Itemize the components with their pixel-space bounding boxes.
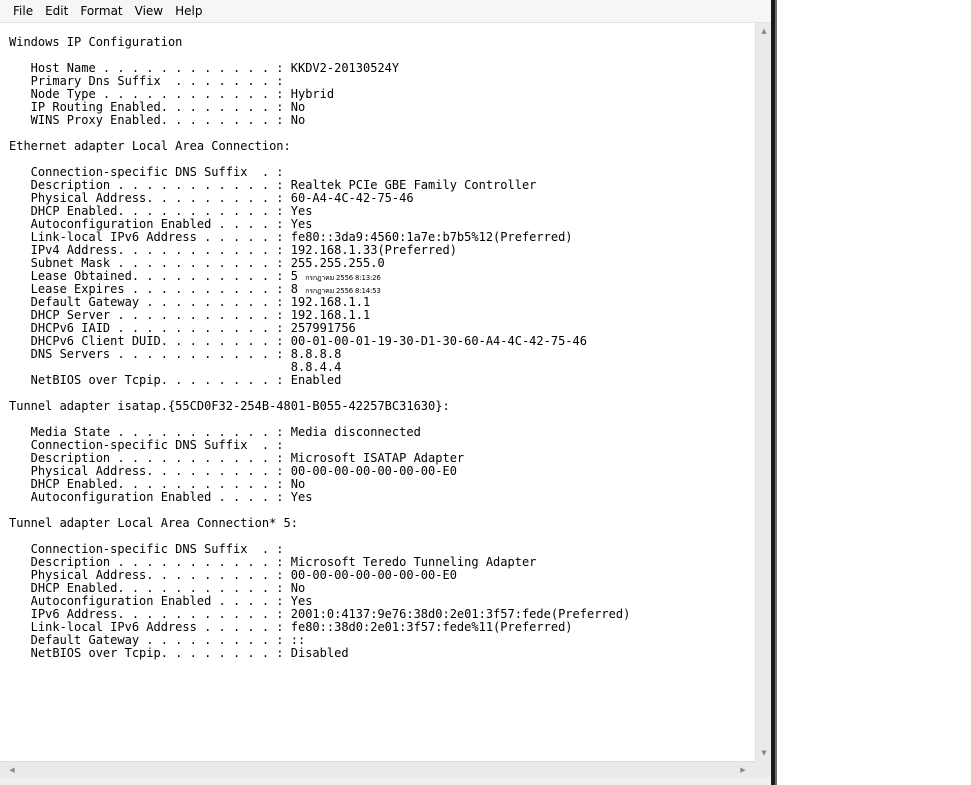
text-line: Ethernet adapter Local Area Connection: <box>9 140 630 153</box>
text-line-content: Connection-specific DNS Suffix . : <box>9 542 291 556</box>
text-line-content: Description . . . . . . . . . . . : Micr… <box>9 555 537 569</box>
horizontal-scrollbar[interactable]: ◀ ▶ <box>0 761 755 777</box>
text-line-content: Description . . . . . . . . . . . : Micr… <box>9 451 465 465</box>
text-line: Windows IP Configuration <box>9 36 630 49</box>
text-line-content: Connection-specific DNS Suffix . : <box>9 438 291 452</box>
text-line-content: IPv4 Address. . . . . . . . . . . : 192.… <box>9 243 457 257</box>
text-line-content: Autoconfiguration Enabled . . . . : Yes <box>9 217 313 231</box>
text-editor-area[interactable]: Windows IP Configuration Host Name . . .… <box>0 23 755 761</box>
text-line-content: NetBIOS over Tcpip. . . . . . . . : Enab… <box>9 373 342 387</box>
text-line-content: 8.8.4.4 <box>9 360 342 374</box>
text-line-content: IPv6 Address. . . . . . . . . . . : 2001… <box>9 607 631 621</box>
menu-view[interactable]: View <box>129 1 169 21</box>
menu-edit[interactable]: Edit <box>39 1 74 21</box>
text-line-content: DHCP Enabled. . . . . . . . . . . : Yes <box>9 204 313 218</box>
text-line-content: Description . . . . . . . . . . . : Real… <box>9 178 537 192</box>
text-line-content: Physical Address. . . . . . . . . : 00-0… <box>9 568 457 582</box>
text-line: NetBIOS over Tcpip. . . . . . . . : Disa… <box>9 647 630 660</box>
notepad-window: File Edit Format View Help Windows IP Co… <box>0 0 775 785</box>
menu-file[interactable]: File <box>7 1 39 21</box>
scrollbar-corner <box>755 761 771 777</box>
text-line-content: IP Routing Enabled. . . . . . . . : No <box>9 100 306 114</box>
text-line-content: Tunnel adapter isatap.{55CD0F32-254B-480… <box>9 399 450 413</box>
window-shadow <box>775 0 777 785</box>
text-line-content: DHCPv6 IAID . . . . . . . . . . . : 2579… <box>9 321 356 335</box>
text-line-content: Host Name . . . . . . . . . . . . : KKDV… <box>9 61 400 75</box>
text-line: NetBIOS over Tcpip. . . . . . . . : Enab… <box>9 374 630 387</box>
scroll-right-arrow-icon[interactable]: ▶ <box>735 762 751 778</box>
text-line-content: Ethernet adapter Local Area Connection: <box>9 139 291 153</box>
text-line-content: Connection-specific DNS Suffix . : <box>9 165 291 179</box>
text-line: Tunnel adapter isatap.{55CD0F32-254B-480… <box>9 400 630 413</box>
document-text[interactable]: Windows IP Configuration Host Name . . .… <box>9 36 630 660</box>
text-line-content: Physical Address. . . . . . . . . : 60-A… <box>9 191 414 205</box>
menu-bar: File Edit Format View Help <box>0 0 771 23</box>
text-line-date: กรกฎาคม 2556 8:14:53 <box>305 287 381 295</box>
scroll-down-arrow-icon[interactable]: ▼ <box>756 745 772 761</box>
text-line-content: Lease Expires . . . . . . . . . . : 8 <box>9 282 306 296</box>
scroll-up-arrow-icon[interactable]: ▲ <box>756 23 772 39</box>
window-bottom-edge <box>0 777 771 785</box>
text-line-content: Physical Address. . . . . . . . . : 00-0… <box>9 464 457 478</box>
text-line-content: Primary Dns Suffix . . . . . . . : <box>9 74 291 88</box>
text-line-date: กรกฎาคม 2556 8:13:26 <box>305 274 381 282</box>
text-line-content: DHCP Enabled. . . . . . . . . . . : No <box>9 581 306 595</box>
text-line-content: Default Gateway . . . . . . . . . : :: <box>9 633 306 647</box>
text-line-content: WINS Proxy Enabled. . . . . . . . : No <box>9 113 306 127</box>
text-line-content: DNS Servers . . . . . . . . . . . : 8.8.… <box>9 347 342 361</box>
text-line-content: DHCPv6 Client DUID. . . . . . . . : 00-0… <box>9 334 587 348</box>
text-line-content: DHCP Enabled. . . . . . . . . . . : No <box>9 477 306 491</box>
text-line-content: Link-local IPv6 Address . . . . . : fe80… <box>9 620 573 634</box>
menu-help[interactable]: Help <box>169 1 208 21</box>
text-line: Autoconfiguration Enabled . . . . : Yes <box>9 491 630 504</box>
text-line-content: Node Type . . . . . . . . . . . . : Hybr… <box>9 87 335 101</box>
text-line-content: NetBIOS over Tcpip. . . . . . . . : Disa… <box>9 646 349 660</box>
text-line: WINS Proxy Enabled. . . . . . . . : No <box>9 114 630 127</box>
text-line-content: Tunnel adapter Local Area Connection* 5: <box>9 516 298 530</box>
text-line-content: Autoconfiguration Enabled . . . . : Yes <box>9 490 313 504</box>
text-line-content: Lease Obtained. . . . . . . . . . : 5 <box>9 269 306 283</box>
text-line-content: Link-local IPv6 Address . . . . . : fe80… <box>9 230 573 244</box>
text-line-content: Autoconfiguration Enabled . . . . : Yes <box>9 594 313 608</box>
menu-format[interactable]: Format <box>74 1 128 21</box>
text-line-content: Windows IP Configuration <box>9 35 183 49</box>
text-line-content: Media State . . . . . . . . . . . : Medi… <box>9 425 421 439</box>
text-line-content: Default Gateway . . . . . . . . . : 192.… <box>9 295 371 309</box>
text-line-content: DHCP Server . . . . . . . . . . . : 192.… <box>9 308 371 322</box>
vertical-scrollbar[interactable]: ▲ ▼ <box>755 23 771 761</box>
scroll-left-arrow-icon[interactable]: ◀ <box>4 762 20 778</box>
text-line-content: Subnet Mask . . . . . . . . . . . : 255.… <box>9 256 385 270</box>
text-line: Tunnel adapter Local Area Connection* 5: <box>9 517 630 530</box>
